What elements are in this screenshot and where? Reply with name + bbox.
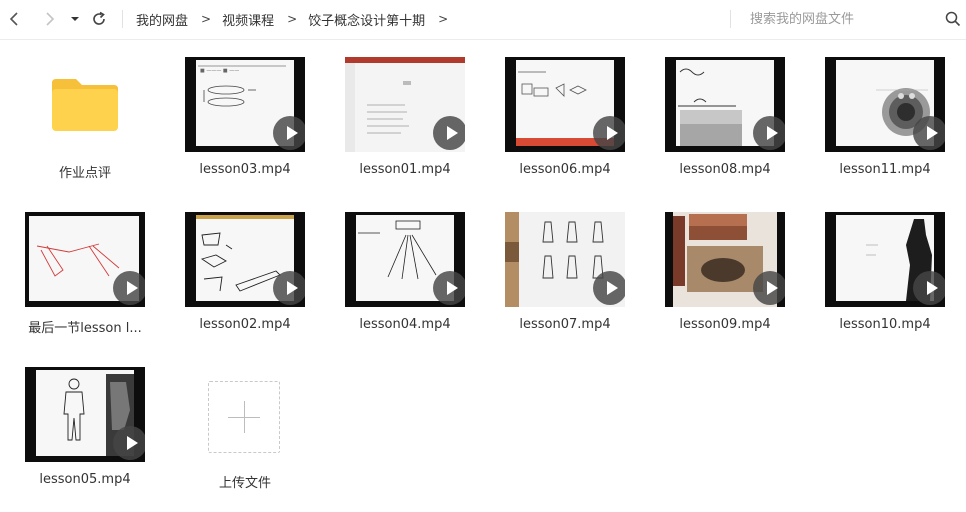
breadcrumb: 我的网盘 > 视频课程 > 饺子概念设计第十期 > xyxy=(136,0,459,38)
breadcrumb-separator: > xyxy=(201,12,212,26)
upload-item[interactable]: 上传文件 xyxy=(160,357,320,502)
folder-icon xyxy=(52,79,118,131)
play-icon xyxy=(273,271,305,305)
video-thumbnail xyxy=(825,212,945,307)
toolbar: 我的网盘 > 视频课程 > 饺子概念设计第十期 > xyxy=(0,0,966,40)
caret-down-icon xyxy=(71,17,79,21)
forward-button[interactable] xyxy=(38,8,60,30)
video-item[interactable]: lesson02.mp4 xyxy=(160,212,320,357)
video-thumbnail xyxy=(185,212,305,307)
breadcrumb-item-video-courses[interactable]: 视频课程 xyxy=(222,10,274,29)
video-item[interactable]: lesson04.mp4 xyxy=(320,212,480,357)
video-thumbnail xyxy=(825,57,945,152)
play-icon xyxy=(433,116,465,150)
file-name: lesson06.mp4 xyxy=(519,162,611,177)
video-thumbnail: ■ ——— ■ —— xyxy=(185,57,305,152)
video-thumbnail xyxy=(505,57,625,152)
video-item[interactable]: lesson11.mp4 xyxy=(800,57,960,202)
folder-item[interactable]: 作业点评 xyxy=(0,57,160,202)
breadcrumb-expand-chevron[interactable]: > xyxy=(438,12,448,26)
play-icon xyxy=(433,271,465,305)
refresh-button[interactable] xyxy=(88,8,110,30)
video-item[interactable]: lesson10.mp4 xyxy=(800,212,960,357)
video-item[interactable]: lesson05.mp4 xyxy=(0,367,160,512)
file-name: lesson10.mp4 xyxy=(839,317,931,332)
file-name: lesson03.mp4 xyxy=(199,162,291,177)
search-button[interactable] xyxy=(942,8,964,30)
breadcrumb-item-current-folder[interactable]: 饺子概念设计第十期 xyxy=(308,10,425,29)
file-name: lesson01.mp4 xyxy=(359,162,451,177)
search-icon xyxy=(945,11,961,27)
video-thumbnail xyxy=(345,212,465,307)
upload-label: 上传文件 xyxy=(218,476,271,491)
play-icon xyxy=(913,116,945,150)
video-item[interactable]: ■ ——— ■ —— lesson03.mp4 xyxy=(160,57,320,202)
file-name: lesson04.mp4 xyxy=(359,317,451,332)
file-name: lesson07.mp4 xyxy=(519,317,611,332)
video-thumbnail xyxy=(665,57,785,152)
video-thumbnail xyxy=(665,212,785,307)
refresh-icon xyxy=(93,11,105,25)
file-name: lesson11.mp4 xyxy=(839,162,931,177)
svg-text:■ ——— ■ ——: ■ ——— ■ —— xyxy=(200,68,239,74)
chevron-right-icon xyxy=(46,12,55,26)
video-item[interactable]: lesson08.mp4 xyxy=(640,57,800,202)
play-icon xyxy=(753,116,785,150)
chevron-left-icon xyxy=(9,12,18,26)
file-name: lesson05.mp4 xyxy=(39,472,131,487)
video-item[interactable]: lesson09.mp4 xyxy=(640,212,800,357)
plus-icon xyxy=(208,381,280,453)
toolbar-divider xyxy=(122,10,123,28)
file-name: lesson09.mp4 xyxy=(679,317,771,332)
play-icon xyxy=(593,271,625,305)
back-button[interactable] xyxy=(4,8,26,30)
breadcrumb-item-my-drive[interactable]: 我的网盘 xyxy=(136,10,188,29)
play-icon xyxy=(753,271,785,305)
play-icon xyxy=(113,426,145,460)
video-item[interactable]: 最后一节lesson l... xyxy=(0,212,160,357)
search-divider xyxy=(730,10,731,28)
video-thumbnail xyxy=(345,57,465,152)
file-name: lesson08.mp4 xyxy=(679,162,771,177)
play-icon xyxy=(113,271,145,305)
video-item[interactable]: lesson01.mp4 xyxy=(320,57,480,202)
play-icon xyxy=(593,116,625,150)
play-icon xyxy=(913,271,945,305)
video-item[interactable]: lesson07.mp4 xyxy=(480,212,640,357)
file-name: 最后一节lesson l... xyxy=(28,321,142,336)
file-name: lesson02.mp4 xyxy=(199,317,291,332)
history-dropdown-button[interactable] xyxy=(64,8,86,30)
search-input[interactable] xyxy=(750,8,930,30)
video-thumbnail xyxy=(25,212,145,307)
video-thumbnail xyxy=(25,367,145,462)
video-thumbnail xyxy=(505,212,625,307)
video-item[interactable]: lesson06.mp4 xyxy=(480,57,640,202)
play-icon xyxy=(273,116,305,150)
file-name: 作业点评 xyxy=(58,166,111,181)
breadcrumb-separator: > xyxy=(287,12,298,26)
